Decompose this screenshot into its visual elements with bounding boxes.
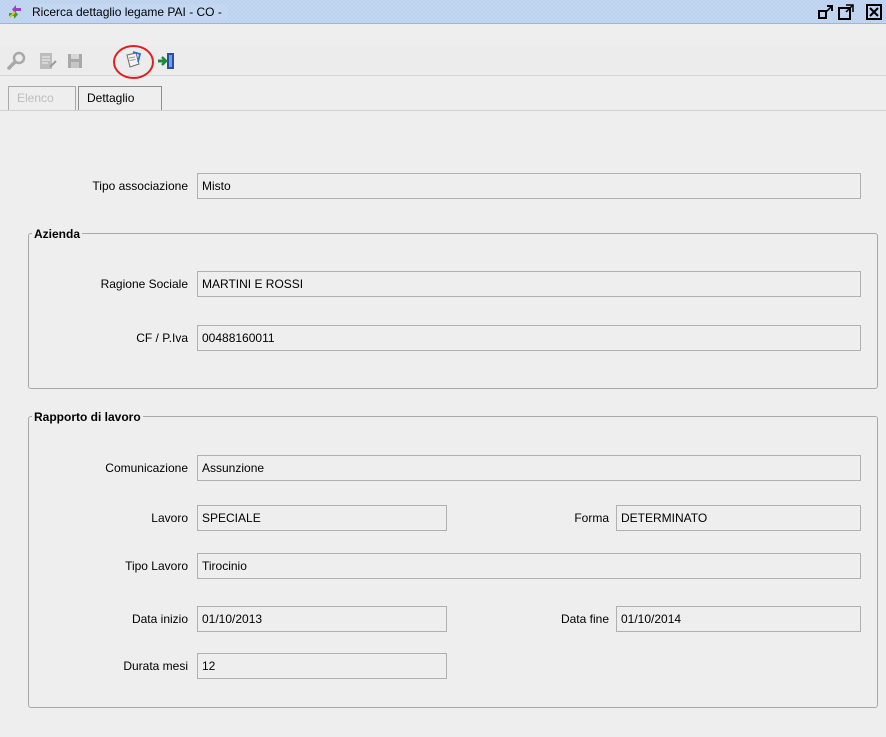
azienda-group-title: Azienda: [32, 226, 83, 242]
durata-mesi-label: Durata mesi: [123, 659, 188, 673]
tab-elenco[interactable]: Elenco: [8, 86, 76, 110]
comunicazione-field[interactable]: Assunzione: [197, 455, 861, 481]
data-inizio-field[interactable]: 01/10/2013: [197, 606, 447, 632]
app-arrows-icon: [6, 3, 24, 21]
comunicazione-label: Comunicazione: [105, 461, 188, 475]
maximize-icon[interactable]: [838, 4, 854, 20]
forma-field[interactable]: DETERMINATO: [616, 505, 861, 531]
tipo-lavoro-label: Tipo Lavoro: [125, 559, 188, 573]
window-title: Ricerca dettaglio legame PAI - CO -: [32, 4, 228, 20]
data-inizio-label: Data inizio: [131, 612, 188, 626]
ragione-sociale-label: Ragione Sociale: [100, 277, 188, 291]
durata-mesi-field[interactable]: 12: [197, 653, 447, 679]
restore-icon[interactable]: [818, 4, 834, 20]
ragione-sociale-field[interactable]: MARTINI E ROSSI: [197, 271, 861, 297]
data-fine-label: Data fine: [560, 612, 609, 626]
edit-button[interactable]: [36, 50, 58, 72]
exit-icon: [158, 53, 174, 69]
cf-piva-label: CF / P.Iva: [136, 331, 188, 345]
azienda-group: [28, 233, 878, 389]
highlight-ring: [113, 45, 154, 79]
edit-document-icon: [40, 53, 57, 69]
lavoro-field[interactable]: SPECIALE: [197, 505, 447, 531]
tab-divider: [0, 110, 886, 111]
exit-button[interactable]: [156, 50, 178, 72]
tab-dettaglio[interactable]: Dettaglio: [78, 86, 162, 110]
floppy-disk-icon: [68, 54, 82, 68]
close-icon[interactable]: [866, 4, 882, 20]
forma-label: Forma: [574, 511, 609, 525]
lavoro-label: Lavoro: [151, 511, 188, 525]
cf-piva-field[interactable]: 00488160011: [197, 325, 861, 351]
save-button[interactable]: [64, 50, 86, 72]
tab-elenco-label: Elenco: [17, 91, 54, 105]
title-bar[interactable]: Ricerca dettaglio legame PAI - CO -: [0, 0, 886, 24]
magnifier-icon: [7, 51, 26, 70]
rapporto-group-title: Rapporto di lavoro: [32, 409, 143, 425]
tipo-lavoro-field[interactable]: Tirocinio: [197, 553, 861, 579]
tab-dettaglio-label: Dettaglio: [87, 91, 135, 105]
tipo-associazione-label: Tipo associazione: [92, 179, 188, 193]
tipo-associazione-field[interactable]: Misto: [197, 173, 861, 199]
search-button[interactable]: [6, 50, 28, 72]
data-fine-field[interactable]: 01/10/2014: [616, 606, 861, 632]
